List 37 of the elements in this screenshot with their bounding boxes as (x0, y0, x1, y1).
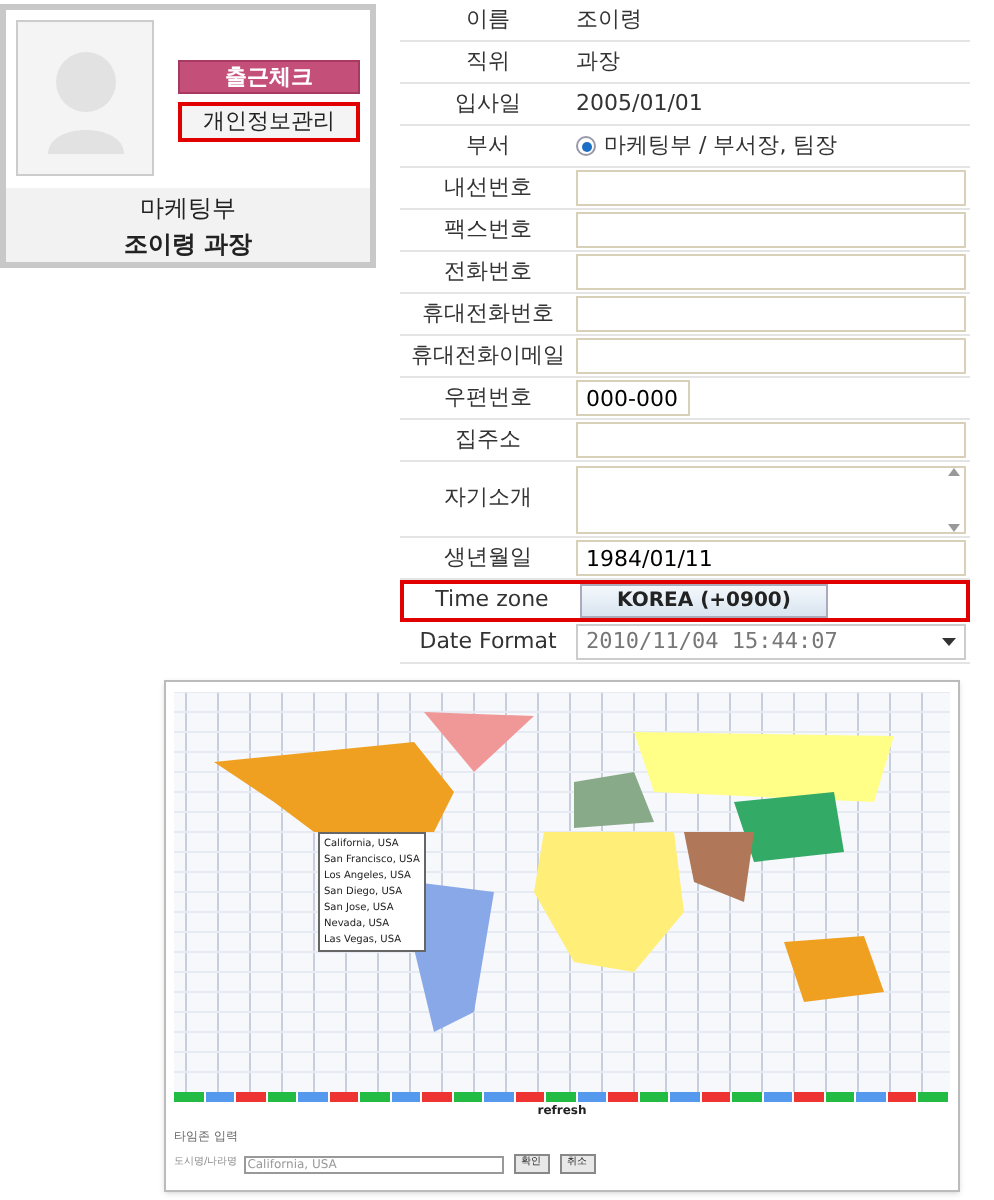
dropdown-caret-icon (942, 638, 956, 646)
timezone-button[interactable]: KOREA (+0900) (580, 584, 828, 618)
input-field[interactable] (576, 338, 966, 374)
field-label: 휴대전화번호 (420, 297, 556, 330)
field-label: 내선번호 (442, 171, 534, 204)
field-label: 팩스번호 (442, 213, 534, 246)
personal-info-button[interactable]: 개인정보관리 (178, 102, 360, 142)
field-label: 부서 (464, 129, 512, 162)
date-format-select[interactable]: 2010/11/04 15:44:07 (576, 624, 966, 660)
text-area[interactable] (576, 465, 966, 533)
field-value: 과장 (576, 45, 620, 78)
user-name-text: 조이령 과장 (123, 227, 253, 261)
field-label: 자기소개 (442, 482, 534, 515)
radio-button[interactable] (576, 136, 596, 156)
field-label: 전화번호 (442, 255, 534, 288)
field-label: 우편번호 (442, 381, 534, 414)
input-field[interactable] (576, 296, 966, 332)
field-value: 2005/01/01 (576, 87, 703, 120)
field-label: 입사일 (453, 87, 523, 120)
input-field[interactable]: 000-000 (576, 380, 690, 416)
checkin-button[interactable]: 출근체크 (178, 60, 360, 94)
input-field[interactable]: 1984/01/11 (576, 540, 966, 576)
input-field[interactable] (576, 422, 966, 458)
field-label: 생년월일 (442, 541, 534, 574)
input-field[interactable] (576, 254, 966, 290)
field-label: Time zone (433, 584, 551, 617)
scrollbar-icon (944, 467, 964, 531)
field-label: 직위 (464, 45, 512, 78)
department-text: 마케팅부 (140, 191, 236, 225)
input-field[interactable] (576, 212, 966, 248)
field-label: 집주소 (453, 423, 523, 456)
field-label: 이름 (464, 3, 512, 36)
radio-label: 마케팅부 / 부서장, 팀장 (604, 129, 838, 162)
field-label: Date Format (417, 625, 559, 658)
input-field[interactable] (576, 170, 966, 206)
field-value: 조이령 (576, 3, 642, 36)
field-label: 휴대전화이메일 (409, 339, 567, 372)
